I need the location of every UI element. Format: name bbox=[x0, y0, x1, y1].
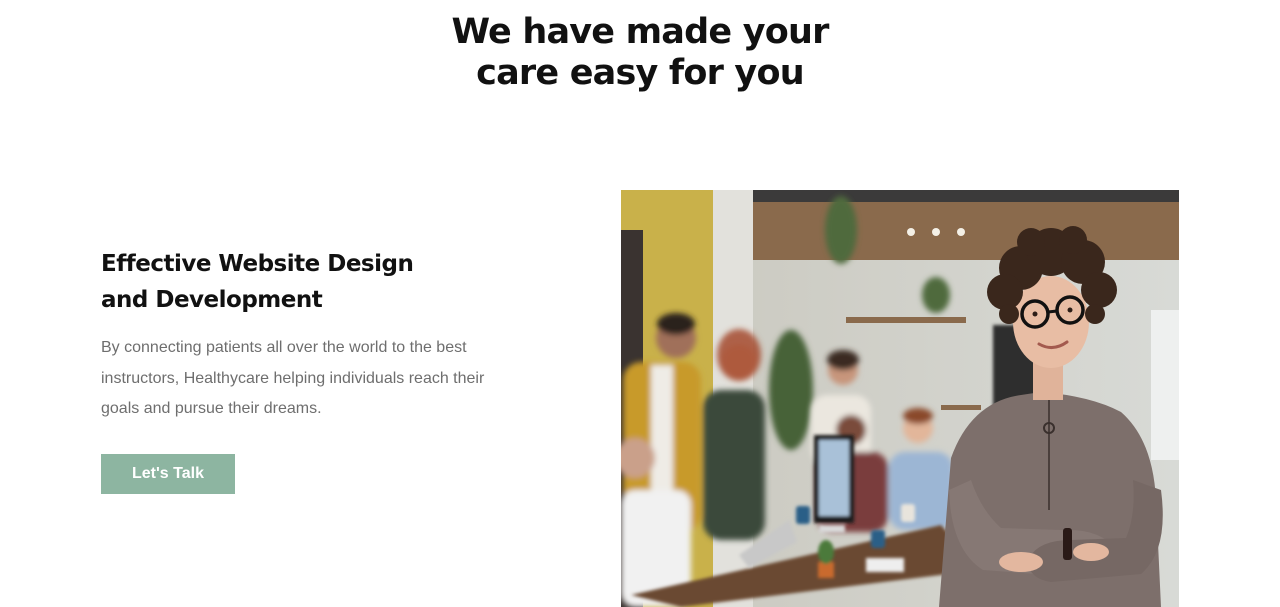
feature-description: By connecting patients all over the worl… bbox=[101, 339, 485, 417]
section-heading-line-2: care easy for you bbox=[476, 53, 804, 93]
office-team-photo bbox=[621, 190, 1179, 607]
page: We have made your care easy for you Effe… bbox=[0, 0, 1280, 607]
feature-title-line-1: Effective Website Design bbox=[101, 251, 414, 277]
feature-title: Effective Website Design and Development bbox=[101, 246, 521, 318]
section-heading-line-1: We have made your bbox=[451, 12, 829, 52]
lets-talk-button[interactable]: Let's Talk bbox=[101, 454, 235, 494]
section-heading: We have made your care easy for you bbox=[0, 12, 1280, 94]
feature-title-line-2: and Development bbox=[101, 287, 323, 313]
